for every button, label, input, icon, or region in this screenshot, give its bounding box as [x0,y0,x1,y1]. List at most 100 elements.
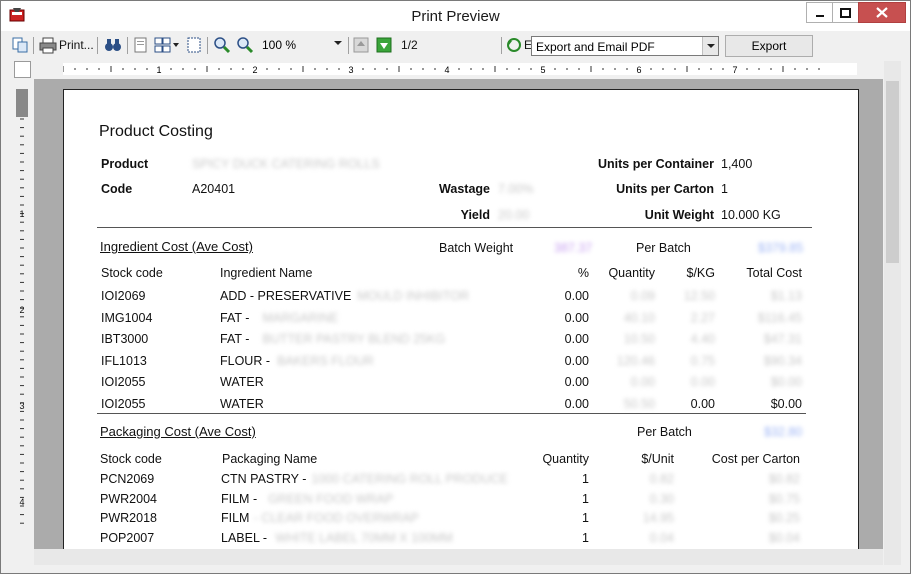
ingredient-pct: 0.00 [564,332,589,347]
vertical-scrollbar[interactable] [884,61,901,565]
multi-page-button[interactable] [154,36,180,54]
zoom-value: 100 % [262,38,297,52]
pkg-col-name: Packaging Name [222,452,318,466]
ingredient-code: IOI2055 [101,397,146,411]
ingredient-pct: 0.00 [564,375,589,390]
ingredient-name-redacted: MARGARINE [262,310,339,325]
ingredient-price: 4.40 [690,332,715,347]
single-page-button[interactable] [133,36,149,54]
ruler-mark-label: 1 [156,65,161,75]
close-button[interactable] [858,2,906,23]
yield-value: 20.00 [498,208,530,222]
ruler-mark-label: 3 [348,65,353,75]
ingredient-price: 0.75 [690,353,715,368]
chevron-down-icon [334,41,342,45]
export-button[interactable]: Export [725,35,813,57]
printer-icon [39,37,57,54]
title-bar[interactable]: Print Preview [1,1,910,31]
col-stock-code: Stock code [101,266,163,280]
code-value: A20401 [192,182,236,196]
col-percent: % [577,266,589,280]
page-setup-button[interactable] [186,36,202,54]
email-button[interactable]: E [506,36,532,54]
report-title: Product Costing [99,123,213,140]
binoculars-icon [105,39,121,51]
zoom-out-button[interactable] [236,36,254,54]
ingredient-qty: 40.10 [623,310,655,325]
ingredient-total: $47.31 [763,332,802,347]
ingredient-code: IOI2069 [101,289,146,303]
export-format-select[interactable]: Export and Email PDF [531,36,719,56]
packaging-qty: 1 [582,491,589,506]
ingredient-qty: 0.09 [630,289,655,303]
ruler-mark-label: 2 [252,65,257,75]
ingredient-qty: 10.50 [623,332,655,347]
chevron-down-icon [702,37,718,55]
maximize-icon [840,7,851,18]
ingredient-code: IFL1013 [101,353,147,368]
packaging-name: LABEL - [221,530,268,545]
ingredient-name-redacted: BUTTER PASTRY BLEND 25KG [262,332,446,347]
packaging-code: PWR2018 [100,511,157,526]
units-container-label: Units per Container [598,157,714,171]
ingredient-code: IBT3000 [101,332,149,347]
wastage-label: Wastage [439,182,490,196]
units-carton-label: Units per Carton [616,182,714,196]
zoom-select[interactable]: 100 % [259,36,345,55]
packaging-price: 0.30 [649,491,674,506]
pkg-col-price-unit: $/Unit [641,452,674,466]
pkg-col-stock-code: Stock code [100,452,162,466]
col-price-kg: $/KG [686,266,716,280]
header-divider [97,227,812,228]
previous-page-button[interactable] [353,36,369,54]
ingredient-total: $1.13 [770,289,802,303]
pkg-col-cost-carton: Cost per Carton [711,452,800,466]
copy-button[interactable] [11,36,29,54]
grid-icon [154,37,171,53]
pkg-col-quantity: Quantity [542,452,589,466]
zoom-out-icon [237,37,254,54]
print-preview-window: Print Preview Print... 100 % 1/2 E Expor… [0,0,911,574]
yield-label: Yield [460,208,490,222]
packaging-section-title: Packaging Cost (Ave Cost) [100,424,256,439]
ingredient-name: WATER [220,397,264,411]
unit-weight-label: Unit Weight [644,208,714,222]
packaging-total: $0.04 [768,530,800,545]
next-page-button[interactable] [376,36,392,54]
ingredient-price: 0.00 [690,397,715,411]
ingredient-qty: 120.46 [616,353,655,368]
vertical-ruler: 1 2 3 4 [16,89,28,549]
find-button[interactable] [104,36,122,54]
ingredient-name: ADD - PRESERVATIVE [220,289,352,303]
ingredient-pct: 0.00 [564,397,589,411]
ingredient-per-batch-label: Per Batch [636,241,691,255]
packaging-qty: 1 [582,472,589,486]
unit-weight-value: 10.000 KG [721,208,781,222]
packaging-per-batch-label: Per Batch [637,425,692,439]
preview-canvas[interactable]: Product Costing Product SPICY DUCK CATER… [34,79,883,549]
packaging-total: $0.25 [768,511,800,526]
horizontal-ruler: 1 2 3 4 5 6 7 [63,63,857,75]
packaging-name: FILM - [221,491,258,506]
minimize-button[interactable] [806,2,833,23]
zoom-in-button[interactable] [213,36,231,54]
ingredient-code: IMG1004 [101,310,153,325]
vertical-scroll-thumb[interactable] [886,81,899,263]
packaging-code: PWR2004 [100,491,157,506]
packaging-qty: 1 [582,530,589,545]
ingredient-code: IOI2055 [101,375,146,390]
col-quantity: Quantity [608,266,655,280]
print-button[interactable]: Print... [39,36,94,54]
horizontal-scrollbar[interactable] [34,549,883,565]
batch-weight-value: 387.37 [554,241,593,255]
export-format-value: Export and Email PDF [536,40,655,54]
minimize-icon [815,14,824,17]
packaging-name-redacted: WHITE LABEL 70MM X 100MM [275,530,453,545]
packaging-per-batch-value: $32.80 [764,425,803,439]
maximize-button[interactable] [832,2,859,23]
product-value: SPICY DUCK CATERING ROLLS [192,157,380,171]
ruler-mark-label: 4 [19,497,24,507]
ingredient-price: 0.00 [690,375,715,390]
wastage-value: 7.00% [498,182,534,196]
ruler-mark-label: 1 [19,209,24,219]
